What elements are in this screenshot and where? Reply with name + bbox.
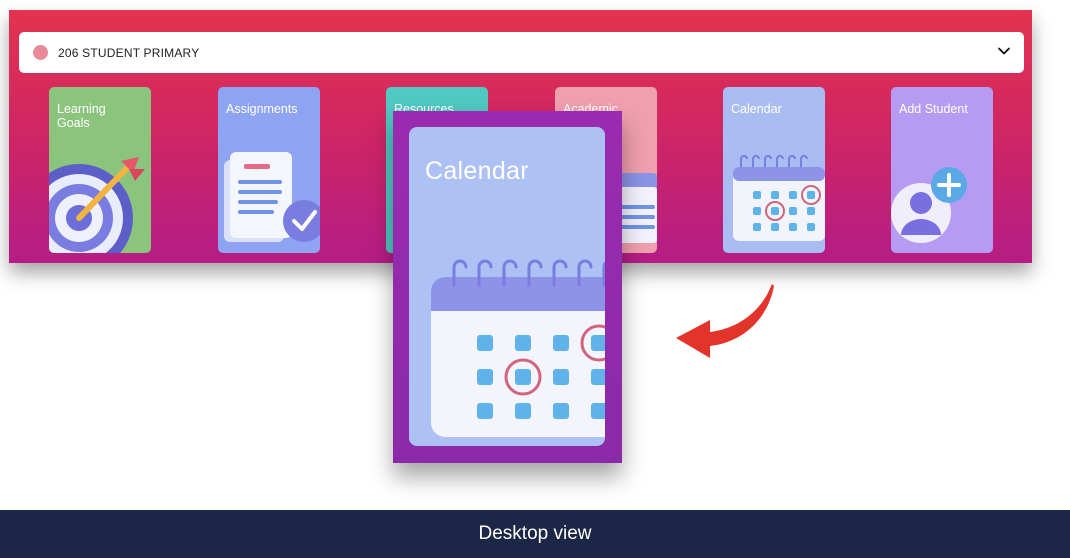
caption-bar: Desktop view	[0, 510, 1070, 558]
tile-add-student[interactable]: Add Student	[891, 87, 993, 253]
curved-arrow-icon	[676, 284, 774, 358]
assignment-check-icon	[224, 152, 320, 242]
student-selector-dropdown[interactable]: 206 STUDENT PRIMARY	[19, 32, 1024, 73]
tile-learning-goals[interactable]: Learning Goals	[49, 87, 151, 253]
tile-assignments[interactable]: Assignments	[218, 87, 320, 253]
student-selector-label: 206 STUDENT PRIMARY	[58, 45, 200, 60]
zoomed-calendar-frame: Calendar	[393, 111, 622, 463]
chevron-down-icon[interactable]	[997, 44, 1011, 58]
caption-text: Desktop view	[478, 523, 592, 544]
calendar-icon	[431, 259, 605, 437]
tile-label: Assignments	[226, 102, 298, 116]
target-icon	[49, 157, 145, 253]
calendar-icon	[733, 155, 825, 241]
student-status-dot	[33, 45, 48, 60]
add-student-icon	[891, 167, 967, 243]
tile-label: Add Student	[899, 102, 968, 116]
tile-label: Learning Goals	[57, 102, 106, 131]
zoomed-card-label: Calendar	[425, 157, 529, 185]
tile-label: Calendar	[731, 102, 782, 116]
zoomed-calendar-card[interactable]: Calendar	[409, 127, 605, 446]
tile-calendar[interactable]: Calendar	[723, 87, 825, 253]
